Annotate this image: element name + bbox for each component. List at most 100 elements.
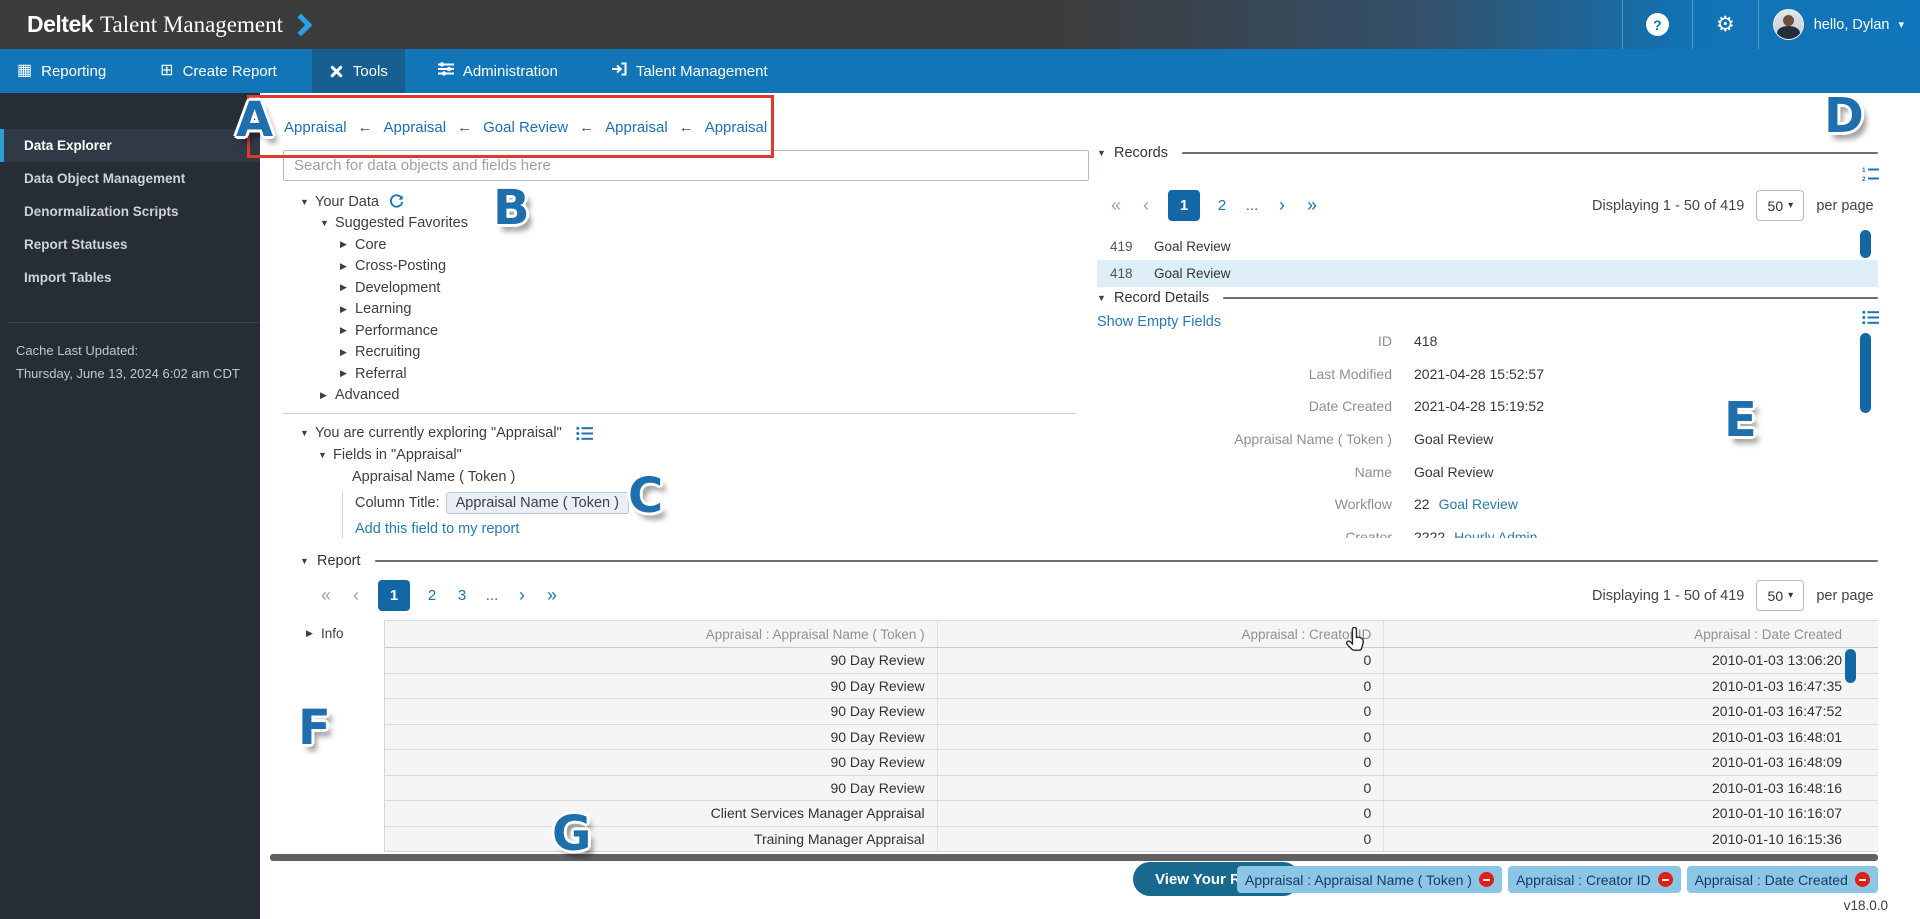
caret-right-icon[interactable] <box>340 325 355 336</box>
caret-down-icon[interactable] <box>1097 293 1112 303</box>
chip-creator-id[interactable]: Appraisal : Creator ID <box>1508 866 1681 893</box>
nav-talent-management[interactable]: Talent Management <box>595 49 785 93</box>
prev-page-button[interactable] <box>1138 195 1154 216</box>
remove-field-icon[interactable] <box>1658 872 1673 887</box>
avatar[interactable] <box>1773 9 1804 40</box>
records-scrollbar[interactable] <box>1860 230 1871 258</box>
records-page-2[interactable]: 2 <box>1214 197 1230 214</box>
table-row[interactable]: Training Manager Appraisal02010-01-10 16… <box>385 827 1878 853</box>
first-page-button[interactable] <box>1108 195 1124 216</box>
first-page-button[interactable] <box>318 585 334 606</box>
nav-reporting[interactable]: ▦ Reporting <box>0 49 123 93</box>
caret-right-icon[interactable] <box>340 282 355 293</box>
tree-item-your-data[interactable]: Your Data <box>300 191 468 213</box>
table-row[interactable]: 90 Day Review02010-01-03 16:47:35 <box>385 674 1878 700</box>
record-details-scrollbar[interactable] <box>1860 333 1871 413</box>
remove-field-icon[interactable] <box>1855 872 1870 887</box>
breadcrumb-link[interactable]: Appraisal <box>284 119 347 136</box>
caret-down-icon[interactable] <box>300 556 315 566</box>
tree-item-recruiting[interactable]: Recruiting <box>300 342 468 364</box>
horizontal-scrollbar[interactable] <box>270 854 1878 861</box>
caret-down-icon[interactable] <box>300 197 315 207</box>
tree-item-core[interactable]: Core <box>300 234 468 256</box>
last-page-button[interactable] <box>544 585 560 606</box>
caret-down-icon[interactable] <box>1097 148 1112 158</box>
list-icon[interactable] <box>1862 310 1879 325</box>
report-table-scrollbar[interactable] <box>1845 649 1856 683</box>
refresh-icon[interactable] <box>389 194 404 209</box>
report-per-page-select[interactable]: 50 <box>1756 580 1804 611</box>
tree-item-development[interactable]: Development <box>300 277 468 299</box>
report-page-3[interactable]: 3 <box>454 587 470 604</box>
table-row[interactable]: 90 Day Review02010-01-03 16:48:16 <box>385 776 1878 802</box>
sidebar-item-import-tables[interactable]: Import Tables <box>0 261 260 294</box>
caret-right-icon[interactable] <box>340 368 355 379</box>
table-row[interactable]: 90 Day Review02010-01-03 16:48:01 <box>385 725 1878 751</box>
caret-down-icon[interactable] <box>318 450 333 460</box>
column-header-date-created[interactable]: Appraisal : Date Created <box>1384 621 1878 647</box>
tree-item-performance[interactable]: Performance <box>300 320 468 342</box>
sidebar-item-denormalization-scripts[interactable]: Denormalization Scripts <box>0 195 260 228</box>
table-row[interactable]: 90 Day Review02010-01-03 13:06:20 <box>385 648 1878 674</box>
field-name[interactable]: Appraisal Name ( Token ) <box>352 469 515 485</box>
nav-create-report[interactable]: ⊞ Create Report <box>143 49 294 93</box>
chip-date-created[interactable]: Appraisal : Date Created <box>1687 866 1878 893</box>
record-list-item-selected[interactable]: 418 Goal Review <box>1097 260 1878 287</box>
table-row[interactable]: 90 Day Review02010-01-03 16:47:52 <box>385 699 1878 725</box>
caret-right-icon[interactable] <box>340 239 355 250</box>
tree-item-advanced[interactable]: Advanced <box>300 385 468 407</box>
nav-administration[interactable]: Administration <box>421 49 575 93</box>
table-row[interactable]: Client Services Manager Appraisal02010-0… <box>385 801 1878 827</box>
show-empty-fields-link[interactable]: Show Empty Fields <box>1097 314 1221 330</box>
list-icon[interactable] <box>576 426 593 441</box>
gear-icon[interactable]: ⚙ <box>1716 14 1735 35</box>
caret-down-icon[interactable] <box>300 428 315 438</box>
tree-item-referral[interactable]: Referral <box>300 363 468 385</box>
next-page-button[interactable] <box>1274 195 1290 216</box>
caret-right-icon[interactable] <box>340 347 355 358</box>
tree-item-suggested-favorites[interactable]: Suggested Favorites <box>300 213 468 235</box>
column-title-value[interactable]: Appraisal Name ( Token ) <box>446 492 629 514</box>
tree-item-cross-posting[interactable]: Cross-Posting <box>300 256 468 278</box>
caret-right-icon[interactable] <box>340 304 355 315</box>
report-page-1[interactable]: 1 <box>378 580 410 611</box>
record-list-item[interactable]: 419 Goal Review <box>1097 233 1878 260</box>
records-page-1[interactable]: 1 <box>1168 190 1200 221</box>
numbered-list-icon[interactable]: 12 <box>1862 166 1879 182</box>
table-row[interactable]: 90 Day Review02010-01-03 16:48:09 <box>385 750 1878 776</box>
chip-appraisal-name[interactable]: Appraisal : Appraisal Name ( Token ) <box>1237 866 1502 893</box>
tree-item-learning[interactable]: Learning <box>300 299 468 321</box>
caret-right-icon[interactable] <box>306 628 321 639</box>
user-menu[interactable]: hello, Dylan <box>1773 9 1904 40</box>
report-info-toggle[interactable]: Info <box>306 626 344 641</box>
report-page-ellipsis[interactable]: ... <box>484 587 500 604</box>
records-per-page-select[interactable]: 50 <box>1756 190 1804 221</box>
nav-tools[interactable]: Tools <box>312 49 405 93</box>
add-field-link[interactable]: Add this field to my report <box>355 521 519 537</box>
breadcrumb-link[interactable]: Appraisal <box>605 119 668 136</box>
column-header-appraisal-name[interactable]: Appraisal : Appraisal Name ( Token ) <box>385 621 938 647</box>
sidebar-item-report-statuses[interactable]: Report Statuses <box>0 228 260 261</box>
breadcrumb-link[interactable]: Appraisal <box>384 119 447 136</box>
sidebar-item-data-explorer[interactable]: Data Explorer <box>0 129 260 162</box>
fields-in-appraisal-row[interactable]: Fields in "Appraisal" <box>318 447 462 463</box>
column-header-creator-id[interactable]: Appraisal : Creator ID <box>938 621 1385 647</box>
report-page-2[interactable]: 2 <box>424 587 440 604</box>
prev-page-button[interactable] <box>348 585 364 606</box>
next-page-button[interactable] <box>514 585 530 606</box>
caret-down-icon[interactable] <box>320 218 335 228</box>
caret-right-icon[interactable] <box>340 261 355 272</box>
records-page-ellipsis[interactable]: ... <box>1244 197 1260 214</box>
currently-exploring-row[interactable]: You are currently exploring "Appraisal" <box>300 425 593 441</box>
last-page-button[interactable] <box>1304 195 1320 216</box>
workflow-value-link[interactable]: Goal Review <box>1439 496 1518 512</box>
creator-value-link[interactable]: Hourly Admin <box>1454 529 1537 538</box>
remove-field-icon[interactable] <box>1479 872 1494 887</box>
caret-right-icon[interactable] <box>320 390 335 401</box>
breadcrumb-link[interactable]: Appraisal <box>705 119 768 136</box>
creator-label-link[interactable]: Creator <box>1097 529 1392 538</box>
workflow-label-link[interactable]: Workflow <box>1097 496 1392 512</box>
help-icon[interactable]: ? <box>1646 13 1669 36</box>
breadcrumb-link[interactable]: Goal Review <box>483 119 568 136</box>
sidebar-item-data-object-management[interactable]: Data Object Management <box>0 162 260 195</box>
